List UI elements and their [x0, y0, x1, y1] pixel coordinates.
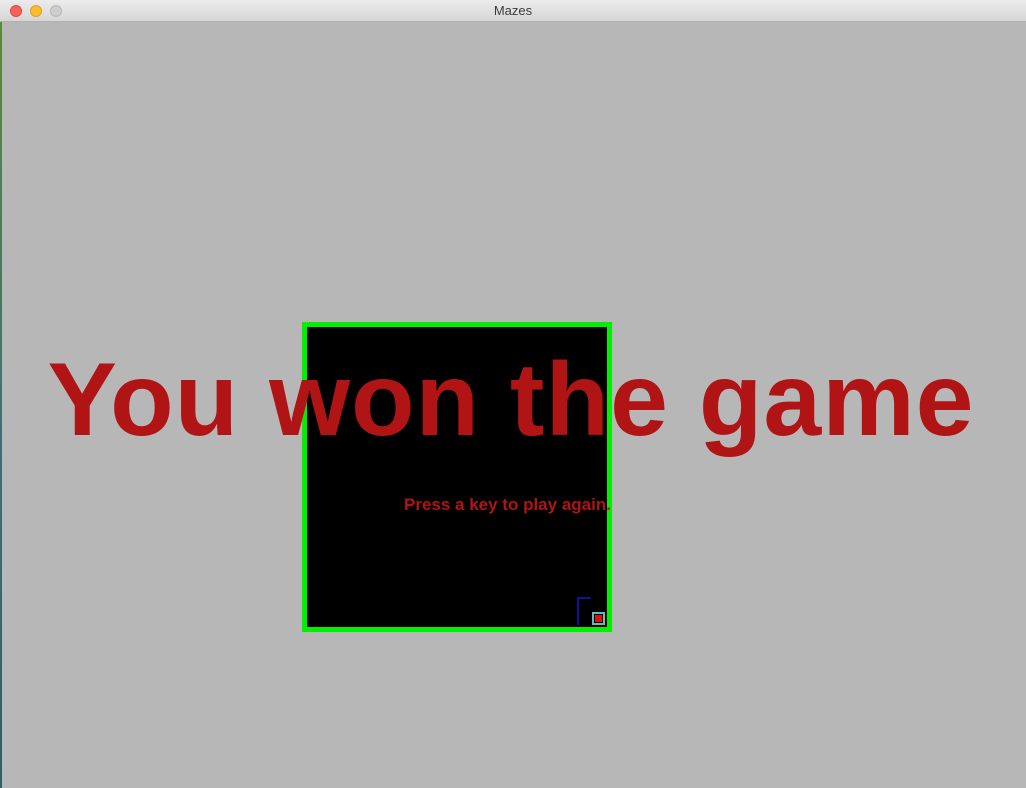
window-title: Mazes	[493, 3, 533, 18]
player-marker	[595, 615, 602, 622]
win-headline: You won the game	[47, 342, 975, 458]
game-window: Mazes You won the game Press a key to pl…	[0, 0, 1026, 788]
maze-wall	[577, 597, 591, 625]
play-again-prompt: Press a key to play again.	[404, 495, 611, 514]
title-bar[interactable]: Mazes	[0, 0, 1026, 22]
